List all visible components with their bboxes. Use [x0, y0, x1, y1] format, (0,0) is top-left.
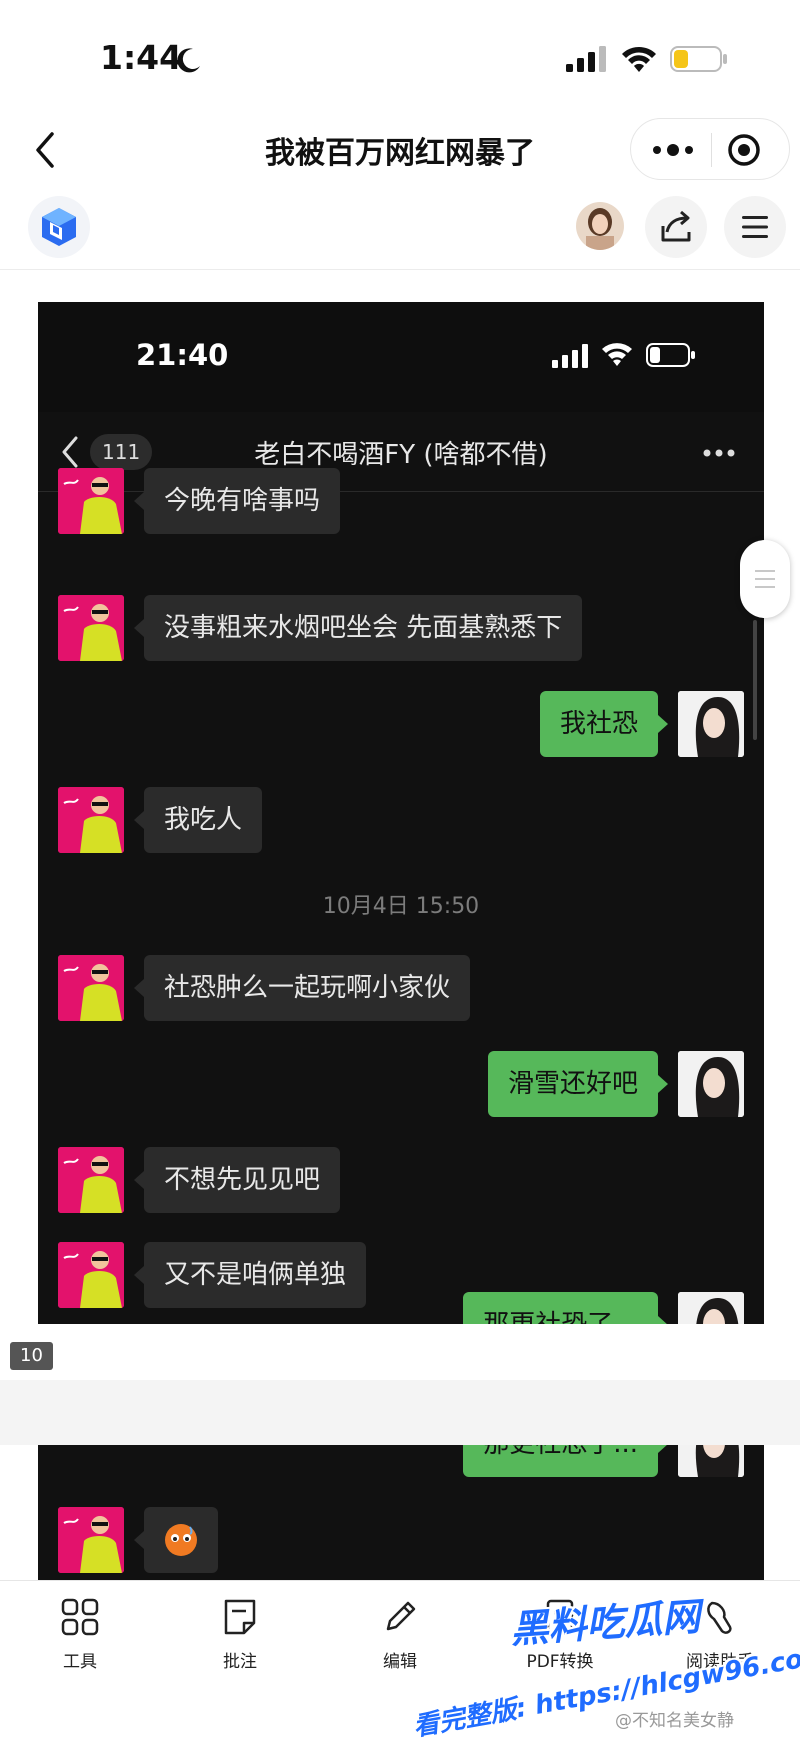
- chat-message: 滑雪还好吧: [38, 1051, 764, 1119]
- watermark-brand: 黑料吃瓜网: [508, 1594, 702, 1652]
- chat-message: 那更社恐了...: [38, 1292, 764, 1324]
- emoji-bubble: [134, 1507, 218, 1573]
- contact-avatar-image: [58, 1507, 124, 1573]
- self-avatar: [678, 1445, 744, 1477]
- self-avatar-image: [678, 1445, 744, 1477]
- wifi-icon: [622, 46, 656, 72]
- inner-battery-icon: [646, 343, 695, 367]
- chat-message: 没事粗来水烟吧坐会 先面基熟悉下: [38, 595, 764, 663]
- miniprogram-capsule: [630, 118, 790, 180]
- inner-wifi-icon: [602, 343, 632, 366]
- scroll-handle[interactable]: [740, 540, 790, 618]
- chat-timestamp: 10月4日 15:50: [322, 894, 480, 919]
- watermark-url: 看完整版: https://hlcgw96.com: [411, 1639, 800, 1738]
- contact-avatar: [58, 595, 124, 661]
- cube-logo-icon: [42, 208, 76, 246]
- scrollbar[interactable]: [753, 620, 757, 740]
- self-avatar: [678, 1292, 744, 1324]
- tool-label: 批注: [223, 1652, 257, 1672]
- more-dots-icon[interactable]: [651, 139, 695, 161]
- tool-label: 工具: [63, 1652, 97, 1672]
- capsule-divider: [711, 133, 712, 167]
- chat-message: 社恐肿么一起玩啊小家伙: [38, 955, 764, 1023]
- received-bubble: 没事粗来水烟吧坐会 先面基熟悉下: [133, 595, 583, 661]
- tool-annotate[interactable]: 批注: [180, 1597, 300, 1672]
- chat-message: 不想先见见吧: [38, 1147, 764, 1215]
- contact-avatar-image: [58, 1147, 124, 1213]
- contact-avatar: [58, 468, 124, 534]
- contact-avatar-image: [58, 595, 124, 661]
- chat-message: 我社恐: [38, 691, 764, 759]
- inner-signal-icon: [552, 344, 588, 368]
- received-bubble: 不想先见见吧: [133, 1147, 341, 1213]
- chat-title: 老白不喝酒FY (啥都不借): [254, 440, 548, 470]
- self-avatar: [678, 691, 744, 757]
- share-button[interactable]: [645, 196, 707, 258]
- share-icon: [661, 210, 691, 242]
- app-logo[interactable]: [28, 196, 90, 258]
- avatar-portrait-icon: [576, 202, 624, 250]
- inner-status-bar: 21:40: [38, 302, 764, 412]
- handle-grip-line: [755, 578, 775, 580]
- menu-button[interactable]: [724, 196, 786, 258]
- page-separator: [0, 1380, 800, 1445]
- moon-icon: [177, 48, 200, 73]
- sent-bubble: 那更社恐了...: [463, 1445, 668, 1477]
- contact-avatar-image: [58, 955, 124, 1021]
- nav-bar: 我被百万网红网暴了: [0, 110, 800, 190]
- chat-message: 今晚有啥事吗: [38, 468, 764, 536]
- hamburger-menu-icon: [742, 216, 768, 238]
- chat-message: 我吃人: [38, 787, 764, 855]
- self-avatar-image: [678, 691, 744, 757]
- self-avatar-image: [678, 1292, 744, 1324]
- handle-grip-line: [755, 586, 775, 588]
- battery-icon: [670, 46, 727, 72]
- chat-message: [38, 1507, 764, 1575]
- emoji-icon: [165, 1524, 197, 1556]
- note-icon: [224, 1599, 256, 1635]
- document-toolbar: [0, 190, 800, 270]
- tool-tools[interactable]: 工具: [20, 1597, 140, 1672]
- received-bubble: 今晚有啥事吗: [133, 468, 341, 534]
- contact-avatar: [58, 1147, 124, 1213]
- chat-more-icon: [703, 449, 735, 457]
- chat-message: 那更社恐了...: [38, 1445, 764, 1479]
- contact-avatar-image: [58, 468, 124, 534]
- cellular-signal-icon: [566, 46, 606, 72]
- close-target-icon[interactable]: [727, 133, 761, 167]
- self-avatar: [678, 1051, 744, 1117]
- document-page-next: 那更社恐了...: [38, 1445, 764, 1580]
- inner-status-time: 21:40: [136, 338, 229, 372]
- status-bar: 1:44: [0, 0, 800, 110]
- self-avatar-image: [678, 1051, 744, 1117]
- user-avatar[interactable]: [576, 202, 624, 250]
- contact-avatar: [58, 787, 124, 853]
- contact-avatar: [58, 955, 124, 1021]
- sent-bubble: 我社恐: [539, 691, 669, 757]
- app-screen: 1:44 我被百万网红网暴了 21:40 111 老白不喝酒FY (啥都不借) …: [0, 0, 800, 1738]
- contact-avatar: [58, 1507, 124, 1573]
- sent-bubble: 滑雪还好吧: [487, 1051, 669, 1117]
- grid-icon: [61, 1598, 99, 1636]
- received-bubble: 我吃人: [133, 787, 263, 853]
- handle-grip-line: [755, 570, 775, 572]
- sent-bubble: 那更社恐了...: [463, 1292, 668, 1324]
- page-number-badge: 10: [10, 1342, 53, 1370]
- watermark-overlay: 黑料吃瓜网 看完整版: https://hlcgw96.com @不知名美女静: [400, 1580, 800, 1738]
- document-page: 21:40 111 老白不喝酒FY (啥都不借) 今晚有啥事吗 没事粗来水烟吧坐…: [38, 302, 764, 1324]
- watermark-weibo-user: @不知名美女静: [615, 1711, 734, 1731]
- contact-avatar-image: [58, 787, 124, 853]
- received-bubble: 社恐肿么一起玩啊小家伙: [133, 955, 471, 1021]
- status-time: 1:44: [100, 38, 183, 77]
